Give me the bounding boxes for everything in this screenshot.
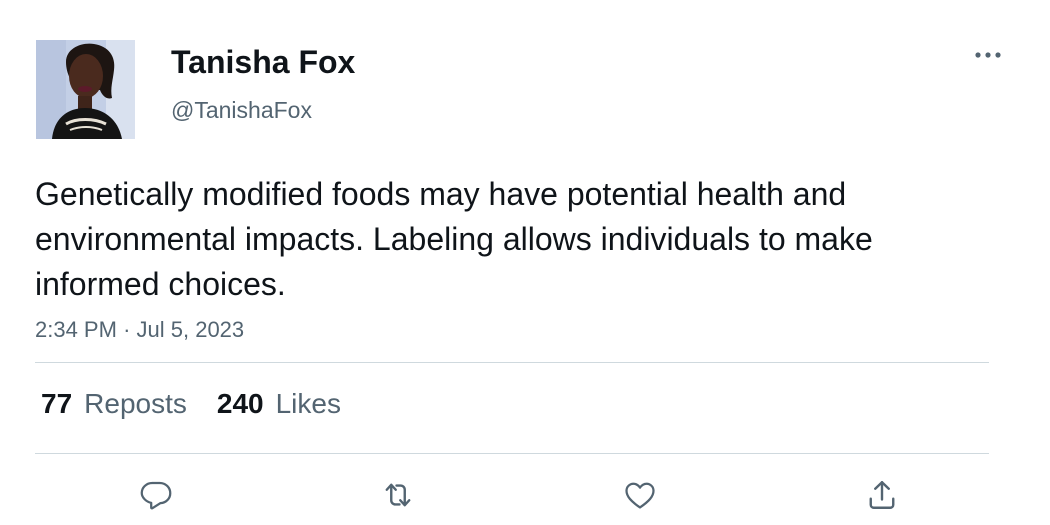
tweet-date: Jul 5, 2023	[136, 317, 245, 342]
share-button[interactable]	[862, 476, 902, 514]
heart-icon	[625, 482, 655, 509]
likes-stat[interactable]: 240 Likes	[217, 388, 341, 420]
engagement-stats: 77 Reposts 240 Likes	[41, 388, 341, 420]
more-icon	[975, 52, 1001, 58]
reply-button[interactable]	[136, 476, 176, 514]
tweet-card: Tanisha Fox @TanishaFox Genetically modi…	[0, 0, 1050, 525]
divider	[35, 453, 989, 454]
timestamp-separator: ·	[123, 317, 131, 342]
likes-label: Likes	[275, 388, 341, 419]
divider	[35, 362, 989, 363]
share-icon	[869, 481, 895, 509]
reply-icon	[140, 481, 172, 510]
repost-icon	[385, 483, 411, 507]
like-button[interactable]	[620, 476, 660, 514]
tweet-text: Genetically modified foods may have pote…	[35, 176, 873, 302]
reposts-count: 77	[41, 388, 73, 419]
user-handle[interactable]: @TanishaFox	[171, 97, 312, 124]
reposts-stat[interactable]: 77 Reposts	[41, 388, 187, 420]
tweet-time: 2:34 PM	[35, 317, 117, 342]
reposts-label: Reposts	[84, 388, 187, 419]
tweet-timestamp[interactable]: 2:34 PM · Jul 5, 2023	[35, 317, 244, 343]
more-options-button[interactable]	[970, 40, 1006, 70]
repost-button[interactable]	[378, 476, 418, 514]
avatar[interactable]	[36, 40, 135, 139]
likes-count: 240	[216, 388, 264, 419]
display-name[interactable]: Tanisha Fox	[171, 44, 355, 81]
avatar-portrait-icon	[36, 40, 135, 139]
